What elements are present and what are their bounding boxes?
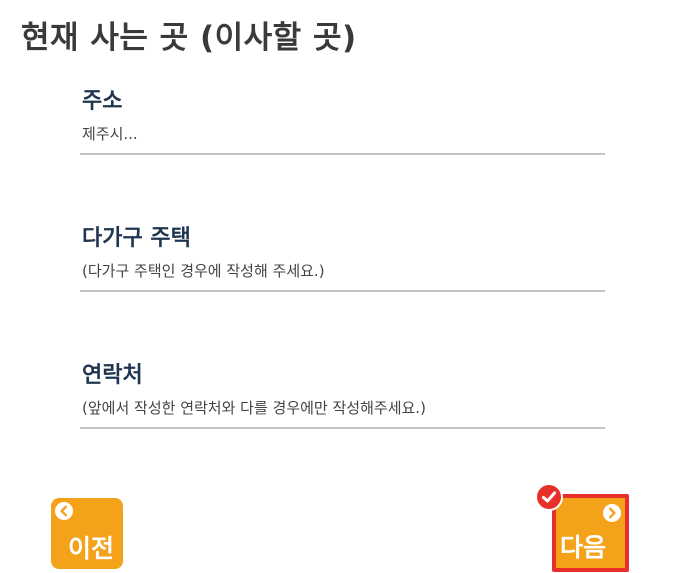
multi-family-label: 다가구 주택 bbox=[82, 226, 191, 251]
address-label: 주소 bbox=[82, 89, 123, 114]
multi-family-input[interactable] bbox=[80, 258, 605, 292]
prev-button[interactable]: 이전 bbox=[51, 498, 123, 569]
check-badge-icon bbox=[535, 483, 563, 511]
address-input[interactable] bbox=[80, 121, 605, 155]
next-button-label: 다음 bbox=[560, 533, 607, 562]
contact-input[interactable] bbox=[80, 395, 605, 429]
chevron-left-circle-icon bbox=[55, 502, 73, 520]
prev-button-label: 이전 bbox=[68, 534, 115, 563]
page-title: 현재 사는 곳 (이사할 곳) bbox=[21, 20, 357, 56]
contact-label: 연락처 bbox=[82, 363, 143, 388]
chevron-right-circle-icon bbox=[603, 504, 621, 522]
next-button[interactable]: 다음 bbox=[552, 494, 629, 572]
